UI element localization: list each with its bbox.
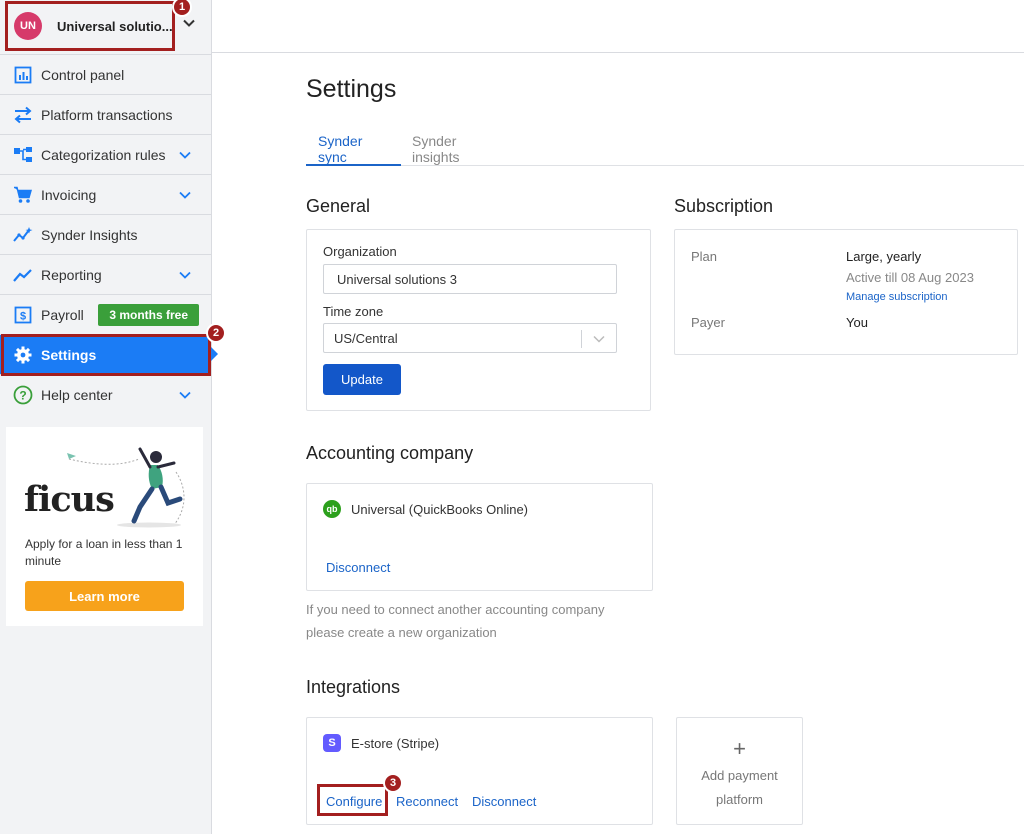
sidebar-item-label: Payroll bbox=[41, 306, 84, 323]
active-indicator bbox=[211, 347, 218, 361]
update-button[interactable]: Update bbox=[323, 364, 401, 395]
integration-disconnect-link[interactable]: Disconnect bbox=[472, 794, 536, 809]
add-payment-platform-label: Add payment platform bbox=[677, 764, 802, 812]
tab-synder-sync[interactable]: Synder sync bbox=[306, 125, 401, 166]
stripe-icon: S bbox=[323, 734, 341, 752]
cart-icon bbox=[13, 185, 33, 205]
chevron-down-icon bbox=[179, 151, 191, 159]
learn-more-button[interactable]: Learn more bbox=[25, 581, 184, 611]
settings-tabs: Synder sync Synder insights bbox=[306, 125, 1024, 166]
tab-synder-insights[interactable]: Synder insights bbox=[400, 125, 516, 166]
promo-badge: 3 months free bbox=[98, 304, 199, 326]
trend-icon bbox=[13, 265, 33, 285]
sidebar-item-payroll[interactable]: $ Payroll 3 months free bbox=[0, 294, 211, 334]
integrations-title: Integrations bbox=[306, 677, 401, 697]
callout-frame-configure bbox=[317, 784, 388, 816]
promo-card: ficus Apply for a loan in less than 1 mi… bbox=[6, 427, 203, 626]
add-payment-platform-line-2: platform bbox=[716, 792, 763, 807]
general-title: General bbox=[306, 196, 371, 216]
integration-store-name: E-store (Stripe) bbox=[351, 736, 440, 751]
quickbooks-icon: qb bbox=[323, 500, 341, 518]
add-payment-platform-line-1: Add payment bbox=[701, 768, 778, 783]
timezone-select[interactable]: US/Central bbox=[323, 323, 617, 353]
callout-frame-org bbox=[5, 1, 175, 51]
plus-icon: + bbox=[733, 736, 746, 761]
hierarchy-icon bbox=[13, 145, 33, 165]
accounting-company-name: Universal (QuickBooks Online) bbox=[351, 502, 529, 517]
sidebar-item-synder-insights[interactable]: Synder Insights bbox=[0, 214, 211, 254]
sidebar-item-categorization-rules[interactable]: Categorization rules bbox=[0, 134, 211, 174]
insights-icon bbox=[13, 225, 33, 245]
general-card: Organization Universal solutions 3 Time … bbox=[306, 229, 651, 411]
page-title: Settings bbox=[306, 75, 397, 103]
sidebar-item-label: Categorization rules bbox=[41, 146, 166, 163]
sidebar-item-label: Platform transactions bbox=[41, 106, 173, 123]
chevron-down-icon[interactable] bbox=[183, 17, 195, 29]
accounting-note: If you need to connect another accountin… bbox=[306, 598, 604, 644]
accounting-note-line-1: If you need to connect another accountin… bbox=[306, 602, 605, 617]
sidebar-item-invoicing[interactable]: Invoicing bbox=[0, 174, 211, 214]
sidebar-item-label: Synder Insights bbox=[41, 226, 138, 243]
reconnect-link[interactable]: Reconnect bbox=[396, 794, 458, 809]
sidebar-item-label: Help center bbox=[41, 386, 113, 403]
payer-label: Payer bbox=[691, 315, 725, 330]
subscription-title: Subscription bbox=[674, 196, 774, 216]
chevron-down-icon bbox=[593, 335, 605, 343]
callout-frame-settings bbox=[1, 334, 211, 376]
organization-label: Organization bbox=[323, 244, 397, 259]
svg-text:$: $ bbox=[20, 310, 26, 322]
payroll-icon: $ bbox=[13, 305, 33, 325]
help-icon: ? bbox=[13, 385, 33, 405]
callout-badge-3: 3 bbox=[383, 773, 403, 793]
sidebar-item-help-center[interactable]: ? Help center bbox=[0, 374, 211, 414]
sidebar-item-label: Invoicing bbox=[41, 186, 97, 203]
top-bar bbox=[212, 0, 1024, 53]
promo-text: Apply for a loan in less than 1 minute bbox=[25, 537, 183, 568]
svg-text:?: ? bbox=[19, 388, 26, 402]
plan-label: Plan bbox=[691, 249, 718, 264]
callout-badge-2: 2 bbox=[206, 323, 226, 343]
timezone-value: US/Central bbox=[334, 330, 398, 346]
select-divider bbox=[581, 330, 582, 348]
plan-value: Large, yearly bbox=[846, 249, 922, 264]
payer-value: You bbox=[846, 315, 868, 330]
sidebar-item-platform-transactions[interactable]: Platform transactions bbox=[0, 94, 211, 134]
chevron-down-icon bbox=[179, 391, 191, 399]
sidebar-item-reporting[interactable]: Reporting bbox=[0, 254, 211, 294]
sidebar-item-control-panel[interactable]: Control panel bbox=[0, 54, 211, 94]
accounting-card: qb Universal (QuickBooks Online) Disconn… bbox=[306, 483, 653, 591]
callout-badge-1: 1 bbox=[172, 0, 192, 17]
accounting-note-line-2: please create a new organization bbox=[306, 625, 497, 640]
transfer-icon bbox=[13, 105, 33, 125]
sidebar: UN Universal solutio... 1 Control panel … bbox=[0, 0, 226, 834]
chevron-down-icon bbox=[179, 271, 191, 279]
sidebar-item-label: Reporting bbox=[41, 266, 102, 283]
timezone-label: Time zone bbox=[323, 304, 384, 319]
manage-subscription-link[interactable]: Manage subscription bbox=[846, 291, 948, 303]
dashboard-icon bbox=[13, 65, 33, 85]
add-payment-platform-card[interactable]: + Add payment platform bbox=[676, 717, 803, 825]
sidebar-item-label: Control panel bbox=[41, 66, 125, 83]
ficus-logo: ficus bbox=[24, 479, 115, 520]
chevron-down-icon bbox=[179, 191, 191, 199]
accounting-disconnect-link[interactable]: Disconnect bbox=[326, 560, 390, 575]
accounting-title: Accounting company bbox=[306, 443, 474, 463]
organization-input[interactable]: Universal solutions 3 bbox=[323, 264, 617, 294]
plan-status: Active till 08 Aug 2023 bbox=[846, 270, 974, 285]
subscription-card: Plan Large, yearly Active till 08 Aug 20… bbox=[674, 229, 1018, 355]
